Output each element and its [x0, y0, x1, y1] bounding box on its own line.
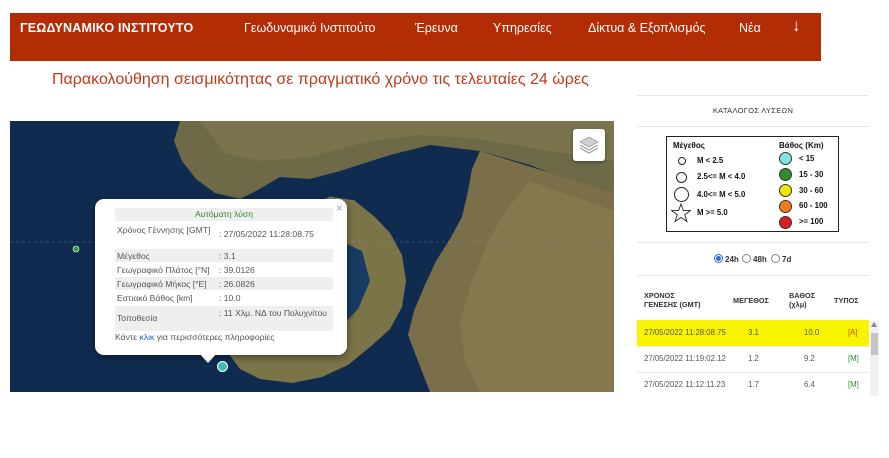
- popup-value: : 39.0126: [219, 265, 255, 275]
- catalog-title: ΚΑΤΑΛΟΓΟΣ ΛΥΣΕΩΝ: [637, 95, 869, 127]
- table-row[interactable]: 27/05/2022 11:28:08.75 3.1 10.0 [A]: [637, 320, 869, 347]
- layers-icon: [579, 136, 599, 154]
- radio-range[interactable]: [714, 254, 723, 263]
- catalog-table-header: ΧΡΟΝΟΣ ΓΕΝΕΣΗΣ (GMT) ΜΕΓΕΘΟΣ ΒΑΘΟΣ (χλμ)…: [637, 285, 869, 317]
- magnitude-large-circle-icon: [674, 187, 689, 202]
- scroll-up-arrow-icon[interactable]: [871, 322, 877, 327]
- cell-depth: 9.2: [804, 354, 815, 363]
- popup-row-location: Τοποθεσία : 11 Χλμ. ΝΔ του Πολυχνίτου: [115, 306, 333, 331]
- depth-color-swatch: [779, 168, 792, 181]
- popup-solution-type: Αυτόματη λύση: [115, 208, 333, 221]
- cell-type: [M]: [848, 354, 859, 363]
- depth-color-swatch: [779, 200, 792, 213]
- popup-row-magnitude: Μέγεθος : 3.1: [115, 249, 333, 262]
- table-row[interactable]: 27/05/2022 11:12:11.23 1.7 6.4 [M]: [637, 372, 869, 398]
- popup-row-latitude: Γεωγραφικό Πλάτος [°N] : 39.0126: [115, 263, 333, 276]
- popup-label: Γεωγραφικό Πλάτος [°N]: [117, 265, 210, 275]
- cell-time: 27/05/2022 11:19:02.12: [644, 354, 726, 363]
- range-label: 7d: [782, 255, 792, 264]
- popup-row-depth: Εστιακό Βάθος [km] : 10.0: [115, 291, 333, 304]
- table-row[interactable]: 27/05/2022 11:19:02.12 1.2 9.2 [M]: [637, 346, 869, 373]
- page-title: Παρακολούθηση σεισμικότητας σε πραγματικ…: [52, 71, 589, 88]
- cell-type: [A]: [848, 328, 858, 337]
- popup-footer: Κάντε κλικ για περισσότερες πληροφορίες: [115, 332, 333, 342]
- star-icon: [671, 203, 691, 223]
- depth-color-swatch: [779, 216, 792, 229]
- legend-magnitude-title: Μέγεθος: [673, 141, 705, 150]
- map-legend: Μέγεθος Βάθος (Km) M < 2.5 2.5<= M < 4.0…: [666, 136, 839, 232]
- scroll-thumb[interactable]: [871, 333, 878, 355]
- cell-time: 27/05/2022 11:12:11.23: [644, 380, 726, 389]
- depth-color-swatch: [779, 184, 792, 197]
- popup-label: Εστιακό Βάθος [km]: [117, 293, 193, 303]
- legend-magnitude-item: 4.0<= M < 5.0: [697, 190, 746, 199]
- time-range-selector: 24h 48h 7d: [637, 242, 869, 276]
- legend-depth-item: < 15: [799, 154, 815, 163]
- cell-type: [M]: [848, 380, 859, 389]
- nav-link-services[interactable]: Υπηρεσίες: [493, 21, 552, 35]
- radio-range[interactable]: [742, 254, 751, 263]
- legend-depth-item: 60 - 100: [799, 201, 828, 210]
- legend-depth-title: Βάθος (Km): [779, 141, 824, 150]
- popup-footer-prefix: Κάντε: [115, 332, 140, 342]
- popup-value: : 11 Χλμ. ΝΔ του Πολυχνίτου: [219, 308, 327, 318]
- cell-magnitude: 3.1: [748, 328, 759, 337]
- popup-pointer: [199, 353, 217, 363]
- depth-color-swatch: [779, 152, 792, 165]
- popup-row-longitude: Γεωγραφικό Μήκος [°E] : 26.0826: [115, 277, 333, 290]
- cell-magnitude: 1.2: [748, 354, 759, 363]
- popup-footer-suffix: για περισσότερες πληροφορίες: [154, 332, 275, 342]
- popup-label: Τοποθεσία: [117, 313, 158, 323]
- magnitude-medium-circle-icon: [676, 172, 687, 183]
- column-header-depth-1: ΒΑΘΟΣ: [789, 291, 816, 300]
- popup-value: : 10.0: [219, 293, 241, 303]
- popup-row-origin-time: Χρόνος Γέννησης [GMT] : 27/05/2022 11:28…: [115, 223, 333, 249]
- nav-link-institute[interactable]: Γεωδυναμικό Ινστιτούτο: [244, 21, 375, 35]
- legend-magnitude-item: 2.5<= M < 4.0: [697, 172, 746, 181]
- table-scrollbar[interactable]: [870, 321, 879, 396]
- range-label: 48h: [753, 255, 767, 264]
- more-info-link[interactable]: κλικ: [140, 332, 155, 342]
- magnitude-small-circle-icon: [678, 157, 686, 165]
- nav-link-networks[interactable]: Δίκτυα & Εξοπλισμός: [588, 21, 706, 35]
- top-nav-bar: ΓΕΩΔΥΝΑΜΙΚΟ ΙΝΣΤΙΤΟΥΤΟ Γεωδυναμικό Ινστι…: [10, 13, 821, 61]
- legend-depth-item: 15 - 30: [799, 170, 824, 179]
- event-info-popup: × Αυτόματη λύση Χρόνος Γέννησης [GMT] : …: [95, 199, 347, 363]
- cell-time: 27/05/2022 11:28:08.75: [644, 328, 726, 337]
- popup-label: Μέγεθος: [117, 251, 150, 261]
- map-layers-button[interactable]: [573, 129, 605, 161]
- legend-magnitude-item: M < 2.5: [697, 156, 724, 165]
- legend-depth-item: >= 100: [799, 217, 824, 226]
- nav-link-news[interactable]: Νέα: [739, 21, 761, 35]
- column-header-time-2: ΓΕΝΕΣΗΣ (GMT): [644, 300, 701, 309]
- legend-magnitude-item: M >= 5.0: [697, 208, 728, 217]
- column-header-magnitude[interactable]: ΜΕΓΕΘΟΣ: [733, 296, 769, 305]
- column-header-time-1: ΧΡΟΝΟΣ: [644, 291, 675, 300]
- popup-label: Χρόνος Γέννησης [GMT]: [117, 225, 211, 235]
- nav-link-research[interactable]: Έρευνα: [415, 21, 458, 35]
- popup-value: : 26.0826: [219, 279, 255, 289]
- cell-depth: 10.0: [804, 328, 820, 337]
- range-label: 24h: [725, 255, 739, 264]
- catalog-panel: ΚΑΤΑΛΟΓΟΣ ΛΥΣΕΩΝ Μέγεθος Βάθος (Km) M < …: [637, 95, 879, 398]
- brand-logo-text[interactable]: ΓΕΩΔΥΝΑΜΙΚΟ ΙΝΣΤΙΤΟΥΤΟ: [20, 21, 193, 35]
- arrow-down-icon[interactable]: ↓: [792, 16, 801, 36]
- cell-magnitude: 1.7: [748, 380, 759, 389]
- earthquake-marker[interactable]: [217, 361, 228, 372]
- popup-value: : 3.1: [219, 251, 236, 261]
- cell-depth: 6.4: [804, 380, 815, 389]
- popup-value: : 27/05/2022 11:28:08.75: [219, 229, 314, 239]
- column-header-type: ΤΥΠΟΣ: [834, 296, 859, 305]
- column-header-depth-2: (χλμ): [789, 300, 807, 309]
- popup-label: Γεωγραφικό Μήκος [°E]: [117, 279, 207, 289]
- radio-range[interactable]: [771, 254, 780, 263]
- close-icon[interactable]: ×: [336, 201, 343, 215]
- legend-depth-item: 30 - 60: [799, 186, 824, 195]
